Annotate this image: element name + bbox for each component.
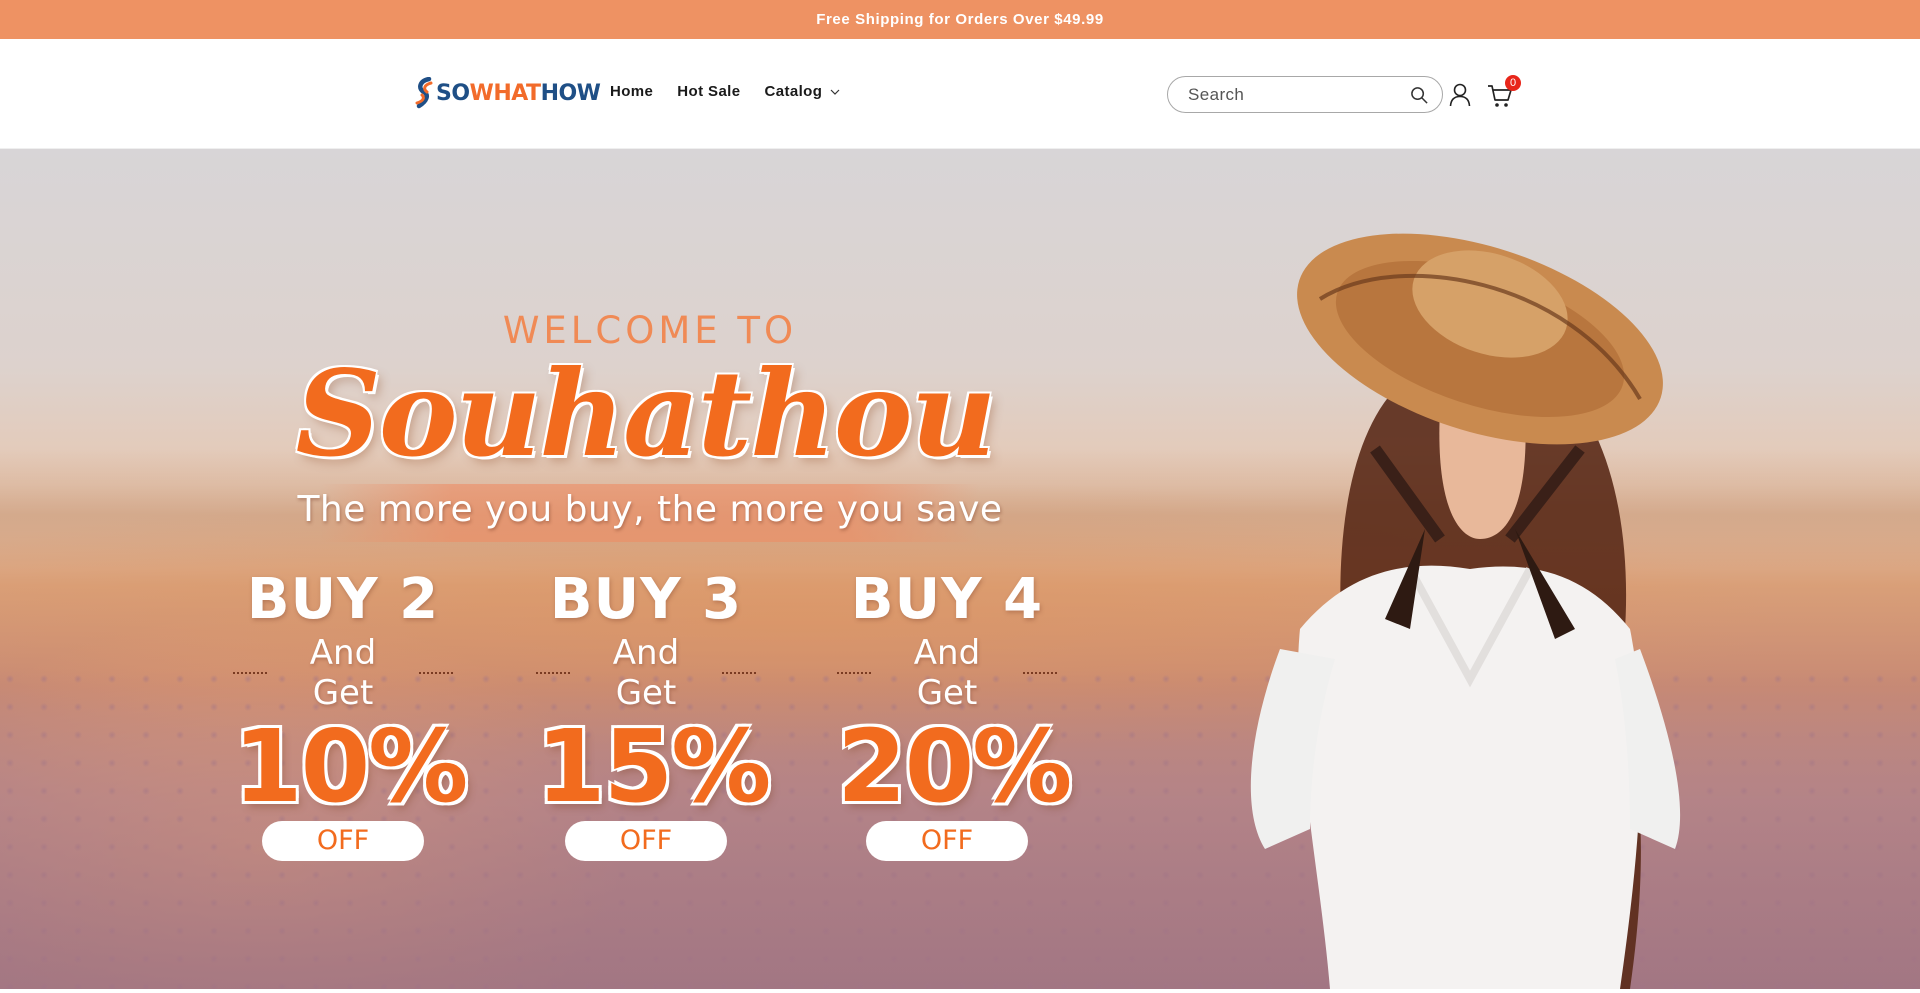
hero-tagline: The more you buy, the more you save bbox=[297, 489, 1003, 530]
announcement-bar: Free Shipping for Orders Over $49.99 bbox=[0, 0, 1920, 39]
site-logo[interactable]: SOWHATHOW bbox=[413, 75, 601, 111]
account-icon[interactable] bbox=[1449, 83, 1471, 107]
logo-text: SOWHATHOW bbox=[436, 80, 601, 106]
logo-text-part2: WHAT bbox=[469, 80, 542, 106]
offer-off-pill: OFF bbox=[262, 821, 424, 861]
offer-buy-label: BUY 4 bbox=[850, 567, 1044, 632]
divider-dots bbox=[233, 672, 267, 674]
divider-dots bbox=[837, 672, 871, 674]
offer-buy-label: BUY 3 bbox=[549, 567, 743, 632]
nav-item-catalog[interactable]: Catalog bbox=[765, 83, 841, 100]
cart-count-badge: 0 bbox=[1505, 75, 1521, 91]
divider-dots bbox=[1023, 672, 1057, 674]
offer-off-pill: OFF bbox=[565, 821, 727, 861]
divider-dots bbox=[419, 672, 453, 674]
offer-card: BUY 4 And Get 20% OFF bbox=[837, 567, 1072, 861]
main-nav: Home Hot Sale Catalog bbox=[610, 83, 840, 100]
divider-dots bbox=[722, 672, 756, 674]
offer-off-pill: OFF bbox=[866, 821, 1028, 861]
logo-text-part1: SO bbox=[436, 80, 470, 106]
offer-percent: 10% bbox=[233, 708, 468, 825]
offer-card: BUY 2 And Get 10% OFF bbox=[233, 567, 468, 861]
offer-percent: 20% bbox=[837, 708, 1072, 825]
nav-item-home-label: Home bbox=[610, 83, 654, 100]
offer-get-row: And Get bbox=[536, 633, 756, 713]
nav-item-catalog-label: Catalog bbox=[764, 83, 823, 100]
nav-item-hot-sale[interactable]: Hot Sale bbox=[677, 83, 740, 100]
logo-text-part3: HOW bbox=[540, 80, 601, 106]
offer-percent: 15% bbox=[536, 708, 771, 825]
nav-item-hot-sale-label: Hot Sale bbox=[677, 83, 741, 100]
divider-dots bbox=[536, 672, 570, 674]
nav-item-home[interactable]: Home bbox=[610, 83, 653, 100]
logo-mark-icon bbox=[415, 77, 433, 109]
offer-buy-label: BUY 2 bbox=[246, 567, 440, 632]
site-header: SOWHATHOW Home Hot Sale Catalog 0 bbox=[0, 39, 1920, 149]
chevron-down-icon bbox=[830, 89, 840, 95]
search-input[interactable] bbox=[1188, 84, 1388, 105]
announcement-text: Free Shipping for Orders Over $49.99 bbox=[816, 11, 1104, 28]
offer-get-label: And Get bbox=[309, 633, 377, 713]
search-icon[interactable] bbox=[1410, 86, 1429, 105]
offer-get-label: And Get bbox=[612, 633, 680, 713]
offer-get-row: And Get bbox=[837, 633, 1057, 713]
hero-brand-name: Souhathou bbox=[295, 344, 997, 483]
offer-get-row: And Get bbox=[233, 633, 453, 713]
hero-banner[interactable]: WELCOME TO Souhathou The more you buy, t… bbox=[0, 149, 1920, 989]
offer-card: BUY 3 And Get 15% OFF bbox=[536, 567, 771, 861]
search-box[interactable] bbox=[1167, 76, 1443, 113]
offer-get-label: And Get bbox=[913, 633, 981, 713]
